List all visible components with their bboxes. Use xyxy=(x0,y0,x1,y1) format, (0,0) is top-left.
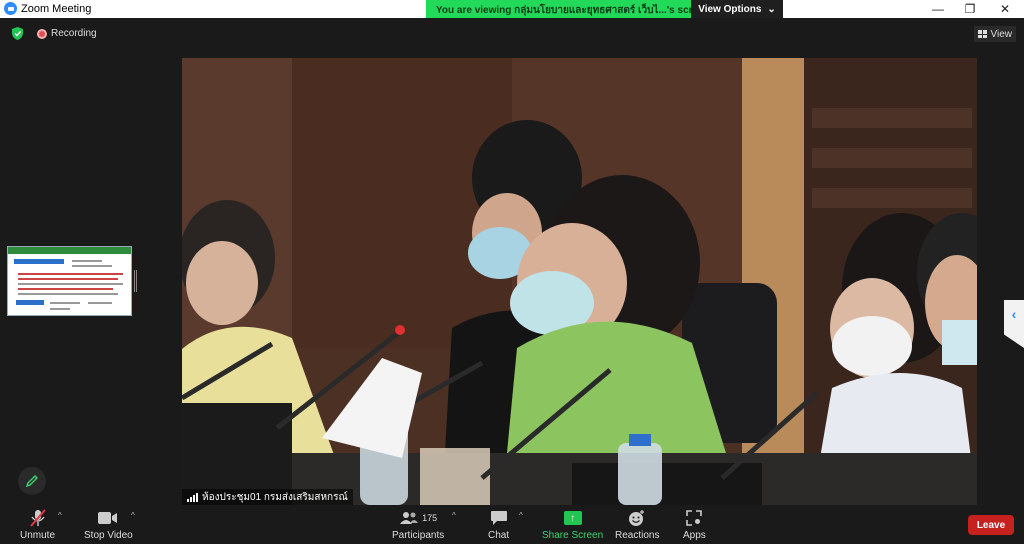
smiley-icon xyxy=(629,510,645,526)
stop-video-button[interactable]: Stop Video xyxy=(84,509,133,541)
camera-icon xyxy=(98,512,118,524)
chat-button[interactable]: Chat xyxy=(488,509,509,541)
thumbnail-resize-handle[interactable] xyxy=(134,270,137,292)
shield-icon[interactable] xyxy=(12,27,23,40)
meeting-status-bar: Recording View xyxy=(0,18,1024,50)
video-options-caret[interactable]: ^ xyxy=(131,511,135,520)
thumbnail-text-line xyxy=(18,288,113,290)
apps-label: Apps xyxy=(683,530,706,541)
pen-icon xyxy=(25,475,38,488)
record-dot-icon xyxy=(37,29,47,39)
thumbnail-text-line xyxy=(18,293,118,295)
thumbnail-text-line xyxy=(50,302,80,304)
share-arrow-icon: ↑ xyxy=(563,511,582,525)
minimize-button[interactable]: — xyxy=(921,0,955,18)
apps-button[interactable]: Apps xyxy=(683,509,706,541)
meeting-toolbar: Unmute ^ Stop Video ^ 175 Participants ^… xyxy=(0,505,1024,544)
annotate-button[interactable] xyxy=(18,467,46,495)
participants-options-caret[interactable]: ^ xyxy=(452,511,456,520)
chevron-left-icon: ‹ xyxy=(1011,306,1017,322)
thumbnail-text-line xyxy=(18,283,123,285)
active-speaker-video: ห้องประชุม01 กรมส่งเสริมสหกรณ์ xyxy=(182,58,977,505)
chat-options-caret[interactable]: ^ xyxy=(519,511,523,520)
unmute-button[interactable]: Unmute xyxy=(20,509,55,541)
thumbnail-block xyxy=(16,300,44,305)
thumbnail-text-line xyxy=(18,273,123,275)
people-icon xyxy=(400,512,419,524)
signal-bars-icon xyxy=(187,492,198,502)
view-label: View xyxy=(990,28,1013,40)
chat-bubble-icon xyxy=(490,511,507,525)
thumbnail-header xyxy=(8,247,131,254)
participants-count: 175 xyxy=(422,513,438,523)
reactions-button[interactable]: Reactions xyxy=(615,509,659,541)
window-title: Zoom Meeting xyxy=(21,3,92,15)
reactions-label: Reactions xyxy=(615,530,660,541)
view-button[interactable]: View xyxy=(973,26,1016,42)
recording-label[interactable]: Recording xyxy=(51,28,97,39)
viewing-screen-banner: You are viewing กลุ่มนโยบายและยุทธศาสตร์… xyxy=(426,0,783,18)
share-screen-button[interactable]: ↑ Share Screen xyxy=(542,509,603,541)
participants-label: Participants xyxy=(392,530,445,541)
zoom-logo-icon xyxy=(4,2,17,15)
expand-panel-tab[interactable]: ‹ xyxy=(1004,300,1024,348)
thumbnail-block xyxy=(14,259,64,264)
close-button[interactable]: ✕ xyxy=(988,0,1022,18)
zoom-meeting-window: Zoom Meeting — ❐ ✕ You are viewing กลุ่ม… xyxy=(0,0,1024,544)
leave-button[interactable]: Leave xyxy=(968,515,1014,535)
participant-name: ห้องประชุม01 กรมส่งเสริมสหกรณ์ xyxy=(202,491,348,503)
thumbnail-text-line xyxy=(50,308,70,310)
thumbnail-text-line xyxy=(18,278,118,280)
participants-button[interactable]: 175 Participants xyxy=(392,509,444,541)
apps-icon xyxy=(686,510,703,526)
chevron-down-icon: ⌄ xyxy=(767,3,776,15)
thumbnail-text-line xyxy=(88,302,112,304)
chat-label: Chat xyxy=(488,530,510,541)
mic-muted-icon xyxy=(29,509,46,527)
view-options-button[interactable]: View Options ⌄ xyxy=(691,0,783,18)
meeting-room-scene xyxy=(182,58,977,505)
stop-video-label: Stop Video xyxy=(84,530,133,541)
thumbnail-text-line xyxy=(72,260,102,262)
shared-screen-thumbnail[interactable] xyxy=(7,246,132,316)
view-options-label: View Options xyxy=(698,3,762,15)
participant-name-tag: ห้องประชุม01 กรมส่งเสริมสหกรณ์ xyxy=(182,489,353,505)
audio-options-caret[interactable]: ^ xyxy=(58,511,62,520)
maximize-button[interactable]: ❐ xyxy=(953,0,987,18)
grid-icon xyxy=(977,30,987,38)
unmute-label: Unmute xyxy=(20,530,56,541)
viewing-message: You are viewing กลุ่มนโยบายและยุทธศาสตร์… xyxy=(426,0,691,18)
share-screen-label: Share Screen xyxy=(542,530,604,541)
thumbnail-text-line xyxy=(72,265,112,267)
